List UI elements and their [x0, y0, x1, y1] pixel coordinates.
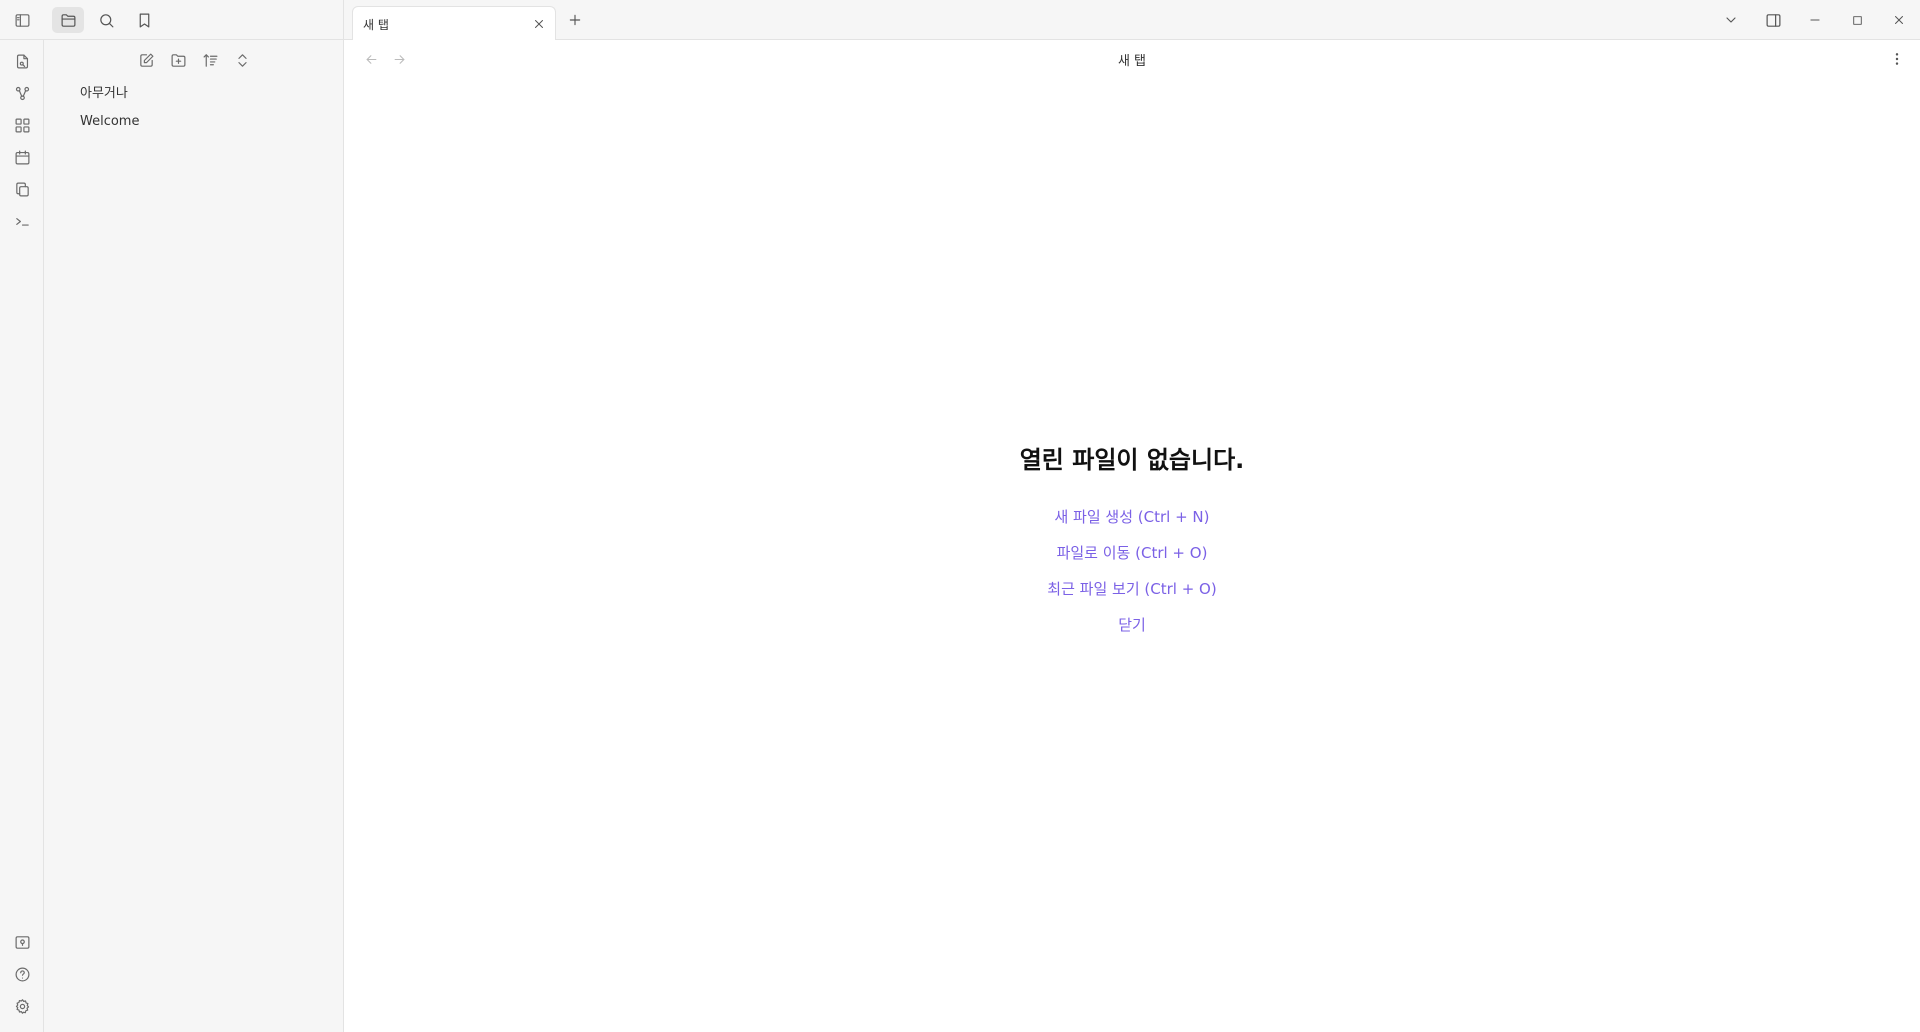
recent-files-link[interactable]: 최근 파일 보기 (Ctrl + O) [1047, 571, 1216, 607]
tab-new-tab[interactable]: 새 탭 [352, 6, 556, 40]
open-quick-switcher-button[interactable] [10, 49, 34, 73]
plus-icon [569, 14, 581, 26]
create-new-file-link[interactable]: 새 파일 생성 (Ctrl + N) [1054, 499, 1209, 535]
app-window: 아무거나 Welcome 새 탭 새 탭 열린 파일이 없습니다. 새 파일 생… [0, 0, 1920, 1032]
vault-switcher-icon [15, 935, 29, 949]
tab-title: 새 탭 [363, 18, 389, 32]
maximize-icon [1852, 15, 1862, 25]
templates-button[interactable] [10, 177, 34, 201]
maximize-button[interactable] [1836, 0, 1878, 40]
help-icon [15, 967, 29, 981]
file-explorer-sidebar: 아무거나 Welcome [44, 0, 344, 1032]
search-icon [99, 13, 113, 27]
templates-icon [15, 182, 29, 196]
tab-search[interactable] [90, 7, 122, 33]
folder-icon [61, 13, 75, 27]
sidebar-toggle-icon [15, 13, 29, 27]
sort-icon [203, 53, 217, 67]
file-item[interactable]: Welcome [44, 108, 344, 136]
command-palette-button[interactable] [10, 209, 34, 233]
tab-files[interactable] [52, 7, 84, 33]
daily-note-calendar-icon [15, 150, 29, 164]
bookmark-icon [139, 13, 149, 27]
tab-bar: 새 탭 [344, 0, 1920, 40]
tab-close-button[interactable] [531, 16, 547, 32]
graph-view-button[interactable] [10, 81, 34, 105]
collapse-expand-icon [237, 53, 247, 67]
settings-gear-icon [15, 998, 29, 1014]
toggle-right-sidebar-button[interactable] [1752, 0, 1794, 40]
empty-state-title: 열린 파일이 없습니다. [1019, 446, 1245, 474]
new-folder-icon [171, 53, 185, 67]
more-vertical-icon [1895, 53, 1899, 65]
minimize-icon [1810, 19, 1820, 21]
canvas-icon [15, 118, 29, 132]
close-link[interactable]: 닫기 [1118, 607, 1146, 643]
right-sidebar-toggle-icon [1766, 13, 1780, 27]
sidebar-toggle-button[interactable] [10, 8, 34, 32]
sort-button[interactable] [198, 48, 222, 72]
new-folder-button[interactable] [166, 48, 190, 72]
view-header: 새 탭 [344, 40, 1920, 78]
sidebar-header [44, 0, 344, 40]
daily-note-button[interactable] [10, 145, 34, 169]
collapse-all-button[interactable] [230, 48, 254, 72]
main-workspace: 새 탭 새 탭 열린 파일이 없습니다. 새 파일 생성 (Ctrl + N) … [344, 0, 1920, 1032]
canvas-button[interactable] [10, 113, 34, 137]
close-icon [535, 20, 543, 28]
new-note-icon [139, 53, 153, 67]
settings-button[interactable] [10, 994, 34, 1018]
chevron-down-icon [1726, 17, 1736, 23]
new-tab-button[interactable] [564, 9, 586, 31]
view-title: 새 탭 [1117, 54, 1147, 69]
graph-view-icon [15, 86, 29, 100]
file-explorer-actions [134, 48, 254, 72]
new-note-button[interactable] [134, 48, 158, 72]
help-button[interactable] [10, 962, 34, 986]
vault-switcher-button[interactable] [10, 930, 34, 954]
minimize-button[interactable] [1794, 0, 1836, 40]
close-icon [1895, 16, 1903, 24]
open-quick-switcher-icon [16, 54, 28, 68]
close-window-button[interactable] [1878, 0, 1920, 40]
tab-list-button[interactable] [1710, 0, 1752, 40]
command-palette-icon [15, 217, 29, 226]
window-controls [1710, 0, 1920, 40]
empty-state: 열린 파일이 없습니다. 새 파일 생성 (Ctrl + N) 파일로 이동 (… [344, 440, 1920, 643]
more-options-button[interactable] [1886, 48, 1908, 70]
file-tree: 아무거나 Welcome [44, 80, 344, 136]
go-to-file-link[interactable]: 파일로 이동 (Ctrl + O) [1057, 535, 1208, 571]
ribbon-top-strip [0, 0, 44, 40]
file-item[interactable]: 아무거나 [44, 80, 344, 108]
left-ribbon [0, 0, 44, 1032]
tab-bookmarks[interactable] [128, 7, 160, 33]
